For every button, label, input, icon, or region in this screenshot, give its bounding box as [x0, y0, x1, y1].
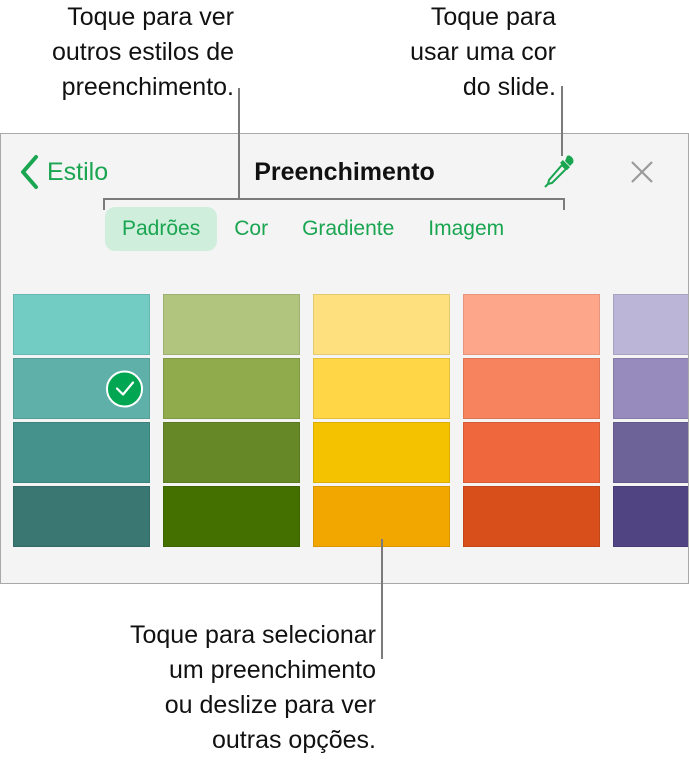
swatch-orange-4[interactable] — [463, 486, 600, 547]
tab-padroes[interactable]: Padrões — [105, 206, 218, 251]
swatch-yellow-4[interactable] — [313, 486, 450, 547]
swatch-orange-3[interactable] — [463, 422, 600, 483]
swatch-teal-4[interactable] — [13, 486, 150, 547]
swatch-column-teal — [13, 294, 150, 547]
leader-line-tabs-bracket-right — [563, 198, 565, 210]
callout-fill-styles: Toque para ver outros estilos de preench… — [51, 3, 234, 101]
swatch-column-orange — [463, 294, 600, 547]
swatch-purple-3[interactable] — [613, 422, 688, 483]
swatch-column-green — [163, 294, 300, 547]
panel-title: Preenchimento — [254, 158, 435, 186]
swatch-green-3[interactable] — [163, 422, 300, 483]
tab-gradiente[interactable]: Gradiente — [285, 207, 411, 251]
swatch-green-4[interactable] — [163, 486, 300, 547]
swatch-orange-1[interactable] — [463, 294, 600, 355]
swatch-yellow-1[interactable] — [313, 294, 450, 355]
swatch-grid[interactable] — [13, 294, 688, 547]
swatch-green-2[interactable] — [163, 358, 300, 419]
swatch-teal-2[interactable] — [13, 358, 150, 419]
fill-type-tabs: Padrões Cor Gradiente Imagem — [105, 206, 521, 251]
swatch-column-yellow — [313, 294, 450, 547]
eyedropper-icon[interactable] — [543, 154, 577, 188]
leader-line-select-fill — [381, 539, 383, 659]
swatch-green-1[interactable] — [163, 294, 300, 355]
swatch-column-purple — [613, 294, 688, 547]
callout-select-fill: Toque para selecionar um preenchimento o… — [130, 621, 376, 754]
callout-slide-color: Toque para usar uma cor do slide. — [410, 3, 556, 101]
swatch-purple-2[interactable] — [613, 358, 688, 419]
swatch-purple-4[interactable] — [613, 486, 688, 547]
swatch-yellow-3[interactable] — [313, 422, 450, 483]
leader-line-slide-color — [561, 86, 563, 156]
leader-line-fill-styles — [238, 88, 240, 198]
swatch-purple-1[interactable] — [613, 294, 688, 355]
swatch-orange-2[interactable] — [463, 358, 600, 419]
leader-line-tabs-bracket-left — [103, 198, 105, 210]
leader-line-tabs-bracket — [103, 198, 565, 200]
swatch-yellow-2[interactable] — [313, 358, 450, 419]
checkmark-icon — [106, 370, 143, 407]
swatch-teal-1[interactable] — [13, 294, 150, 355]
tab-cor[interactable]: Cor — [217, 207, 285, 251]
close-icon[interactable] — [628, 158, 656, 186]
tab-imagem[interactable]: Imagem — [411, 207, 521, 251]
swatch-teal-3[interactable] — [13, 422, 150, 483]
